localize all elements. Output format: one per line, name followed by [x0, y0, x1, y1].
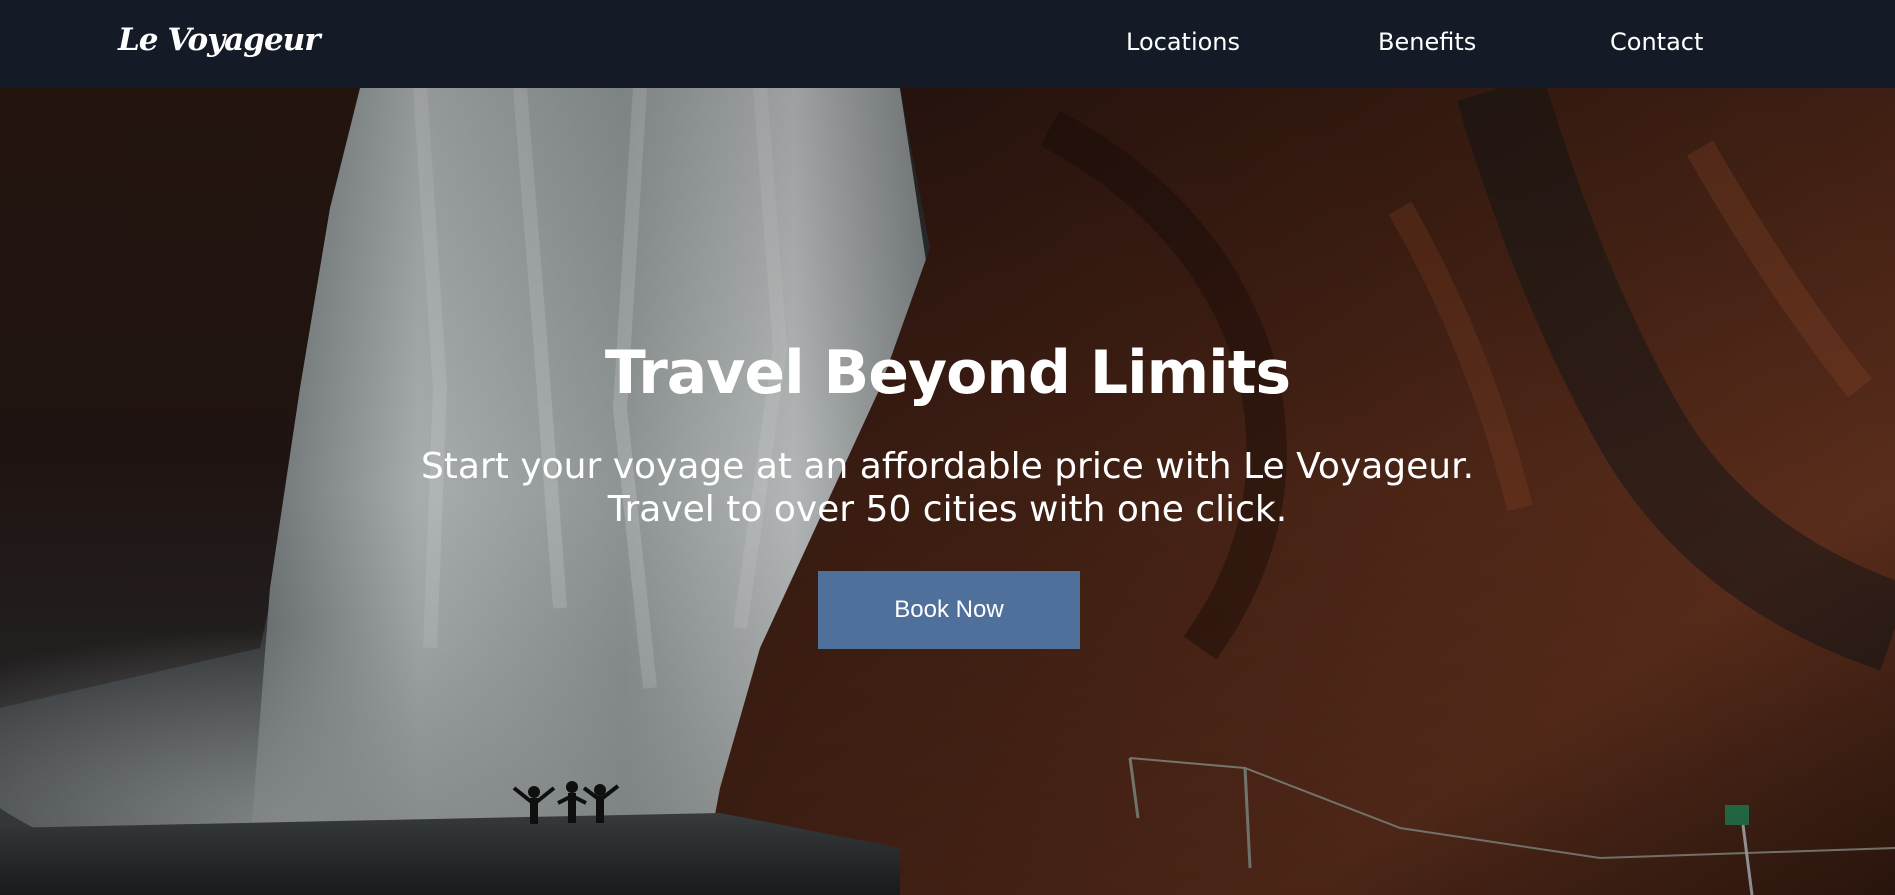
navbar: Le Voyageur Locations Benefits Contact — [0, 0, 1895, 88]
nav-link-contact[interactable]: Contact — [1610, 28, 1703, 56]
hero-subtitle-line1: Start your voyage at an affordable price… — [420, 446, 1475, 487]
hero-subtitle-line2: Travel to over 50 cities with one click. — [607, 489, 1288, 530]
book-now-button[interactable]: Book Now — [818, 571, 1080, 649]
hero-section: Travel Beyond Limits Start your voyage a… — [0, 88, 1895, 895]
hero-title: Travel Beyond Limits — [604, 338, 1291, 408]
hero-subtitle: Start your voyage at an affordable price… — [0, 445, 1895, 531]
site-logo[interactable]: Le Voyageur — [118, 22, 321, 58]
nav-link-locations[interactable]: Locations — [1126, 28, 1240, 56]
nav-link-benefits[interactable]: Benefits — [1378, 28, 1476, 56]
